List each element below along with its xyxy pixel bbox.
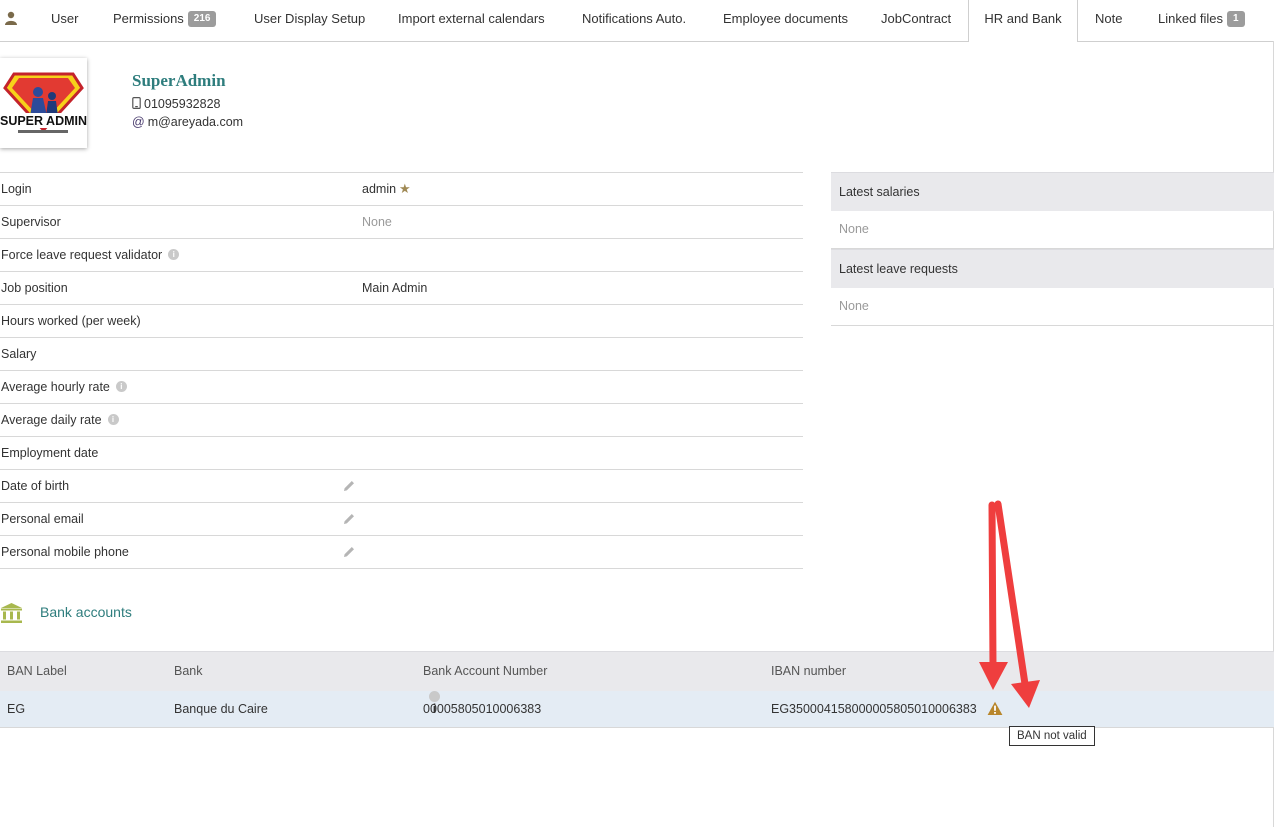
user-phone: 01095932828 <box>132 97 220 111</box>
field-row-force-leave-validator: Force leave request validator i <box>0 239 803 272</box>
field-label-text: Average daily rate <box>1 413 102 427</box>
tab-label: Permissions <box>113 11 184 26</box>
field-label: Supervisor <box>1 215 61 229</box>
count-badge: 216 <box>187 10 217 27</box>
bank-accounts-title: Bank accounts <box>40 604 132 620</box>
field-row-date-of-birth: Date of birth <box>0 470 803 503</box>
table-header: BAN Label Bank Bank Account Number IBAN … <box>0 651 1274 691</box>
field-row-supervisor: Supervisor None <box>0 206 803 239</box>
field-label: Average daily rate i <box>1 404 119 436</box>
tab-employee-documents[interactable]: Employee documents <box>723 0 848 41</box>
panel-value: None <box>831 211 1274 249</box>
table-row[interactable]: EG Banque du Caire 00005805010006383 i EG… <box>0 691 1274 728</box>
field-label: Salary <box>1 347 37 361</box>
field-label: Employment date <box>1 446 99 460</box>
latest-leave-requests-panel: Latest leave requests None <box>831 249 1274 326</box>
tab-label: Note <box>1095 11 1123 26</box>
tab-label: Notifications Auto. <box>582 11 687 26</box>
account-number-text: 00005805010006383 <box>423 702 542 716</box>
tab-bar: User Permissions 216 User Display Setup I… <box>0 0 1274 42</box>
column-header-account-number: Bank Account Number <box>423 664 548 678</box>
tab-notifications-auto[interactable]: Notifications Auto. <box>582 0 686 41</box>
field-row-job-position: Job position Main Admin <box>0 272 803 305</box>
tab-permissions[interactable]: Permissions 216 <box>113 0 217 41</box>
tab-jobcontract[interactable]: JobContract <box>881 0 951 41</box>
tab-user-icon[interactable] <box>4 0 20 41</box>
warning-icon[interactable] <box>987 701 1003 716</box>
tab-note[interactable]: Note <box>1095 0 1122 41</box>
field-row-login: Login admin ★ <box>0 173 803 206</box>
field-row-hours-worked: Hours worked (per week) <box>0 305 803 338</box>
tab-label: User Display Setup <box>254 11 366 26</box>
info-icon[interactable]: i <box>107 414 119 426</box>
pencil-icon[interactable] <box>342 479 356 493</box>
field-label-text: Force leave request validator <box>1 248 163 262</box>
iban-cell: EG350004158000005805010006383 <box>771 702 977 716</box>
superadmin-logo: SUPER ADMIN <box>0 72 87 133</box>
logo-text: SUPER ADMIN <box>0 114 87 128</box>
ban-label-cell: EG <box>7 702 26 716</box>
info-icon[interactable]: i <box>115 381 127 393</box>
user-email: @ m@areyada.com <box>132 115 243 129</box>
field-row-salary: Salary <box>0 338 803 371</box>
at-icon: @ <box>132 115 145 129</box>
tooltip-ban-not-valid: BAN not valid <box>1009 726 1095 746</box>
latest-salaries-panel: Latest salaries None <box>831 172 1274 249</box>
bank-accounts-table: BAN Label Bank Bank Account Number IBAN … <box>0 651 1274 728</box>
tab-user-display-setup[interactable]: User Display Setup <box>254 0 365 41</box>
bank-cell: Banque du Caire <box>174 702 268 716</box>
field-row-personal-email: Personal email <box>0 503 803 536</box>
field-value: Main Admin <box>362 281 428 295</box>
field-label: Date of birth <box>1 479 70 493</box>
field-row-personal-mobile-phone: Personal mobile phone <box>0 536 803 569</box>
tab-user[interactable]: User <box>51 0 78 41</box>
field-label: Job position <box>1 281 68 295</box>
panel-value: None <box>831 288 1274 326</box>
field-label: Login <box>1 182 32 196</box>
field-value: None <box>362 215 392 229</box>
column-header-bank: Bank <box>174 664 203 678</box>
info-icon[interactable]: i <box>168 249 180 261</box>
tab-label: JobContract <box>881 11 952 26</box>
tab-linked-files[interactable]: Linked files 1 <box>1158 0 1245 41</box>
tab-label: User <box>51 11 79 26</box>
user-info-table: Login admin ★ Supervisor None Force leave… <box>0 172 803 569</box>
field-row-average-daily-rate: Average daily rate i <box>0 404 803 437</box>
column-header-ban-label: BAN Label <box>7 664 67 678</box>
field-label: Hours worked (per week) <box>1 314 141 328</box>
user-icon <box>5 11 17 25</box>
phone-number: 01095932828 <box>144 97 221 111</box>
field-label: Personal email <box>1 512 84 526</box>
avatar[interactable]: SUPER ADMIN <box>0 58 87 148</box>
field-row-employment-date: Employment date <box>0 437 803 470</box>
panel-title: Latest leave requests <box>831 249 1274 288</box>
column-header-iban: IBAN number <box>771 664 847 678</box>
email-address: m@areyada.com <box>147 115 244 129</box>
tab-import-external-calendars[interactable]: Import external calendars <box>398 0 545 41</box>
field-value: admin ★ <box>362 173 411 205</box>
tab-hr-and-bank[interactable]: HR and Bank <box>968 0 1078 42</box>
star-icon: ★ <box>399 181 411 196</box>
pencil-icon[interactable] <box>342 545 356 559</box>
tab-label: Import external calendars <box>398 11 545 26</box>
field-label-text: Average hourly rate <box>1 380 110 394</box>
tab-label: HR and Bank <box>984 11 1062 26</box>
login-value: admin <box>362 182 397 196</box>
bank-icon <box>1 603 22 623</box>
field-label: Personal mobile phone <box>1 545 129 559</box>
mobile-phone-icon <box>132 97 141 110</box>
tab-label: Linked files <box>1158 11 1224 26</box>
field-label: Average hourly rate i <box>1 371 127 403</box>
info-icon[interactable]: i <box>429 691 440 716</box>
field-row-average-hourly-rate: Average hourly rate i <box>0 371 803 404</box>
pencil-icon[interactable] <box>342 512 356 526</box>
field-label: Force leave request validator i <box>1 239 180 271</box>
count-badge: 1 <box>1227 10 1245 27</box>
tab-label: Employee documents <box>723 11 849 26</box>
user-name: SuperAdmin <box>132 71 226 90</box>
panel-title: Latest salaries <box>831 172 1274 211</box>
